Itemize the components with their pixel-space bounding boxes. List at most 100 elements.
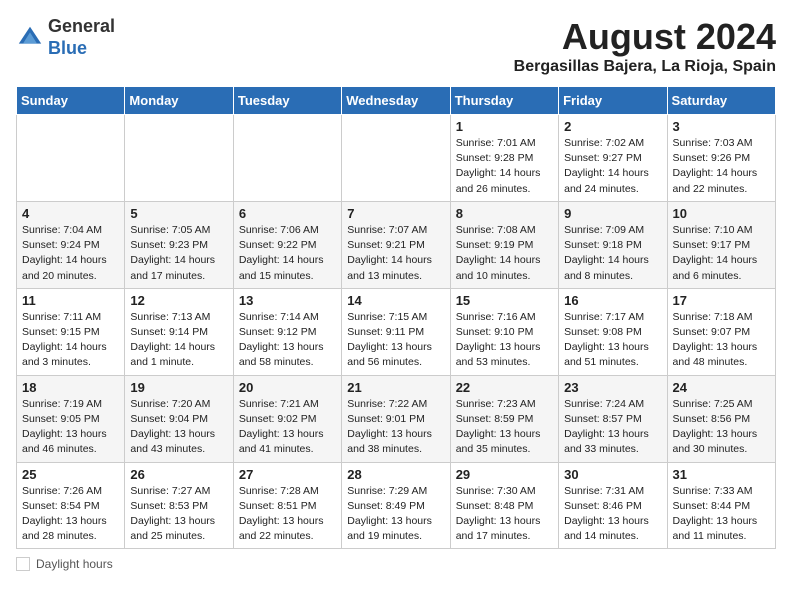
- day-info: Sunrise: 7:02 AM Sunset: 9:27 PM Dayligh…: [564, 136, 661, 197]
- day-number: 16: [564, 293, 661, 308]
- day-info: Sunrise: 7:15 AM Sunset: 9:11 PM Dayligh…: [347, 310, 444, 371]
- day-info: Sunrise: 7:29 AM Sunset: 8:49 PM Dayligh…: [347, 484, 444, 545]
- title-block: August 2024 Bergasillas Bajera, La Rioja…: [514, 16, 776, 76]
- day-number: 19: [130, 380, 227, 395]
- day-info: Sunrise: 7:16 AM Sunset: 9:10 PM Dayligh…: [456, 310, 553, 371]
- day-info: Sunrise: 7:13 AM Sunset: 9:14 PM Dayligh…: [130, 310, 227, 371]
- day-info: Sunrise: 7:18 AM Sunset: 9:07 PM Dayligh…: [673, 310, 770, 371]
- day-cell: 10 Sunrise: 7:10 AM Sunset: 9:17 PM Dayli…: [667, 201, 775, 288]
- day-number: 30: [564, 467, 661, 482]
- day-cell: 1 Sunrise: 7:01 AM Sunset: 9:28 PM Daylig…: [450, 115, 558, 202]
- day-cell: 4Sunrise: 7:04 AM Sunset: 9:24 PM Daylig…: [17, 201, 125, 288]
- day-number: 6: [239, 206, 336, 221]
- day-number: 20: [239, 380, 336, 395]
- header-cell-monday: Monday: [125, 87, 233, 115]
- day-number: 25: [22, 467, 119, 482]
- daylight-label: Daylight hours: [36, 557, 113, 571]
- day-number: 18: [22, 380, 119, 395]
- logo-icon: [16, 24, 44, 52]
- day-cell: 12Sunrise: 7:13 AM Sunset: 9:14 PM Dayli…: [125, 288, 233, 375]
- day-info: Sunrise: 7:10 AM Sunset: 9:17 PM Dayligh…: [673, 223, 770, 284]
- day-cell: 28 Sunrise: 7:29 AM Sunset: 8:49 PM Dayli…: [342, 462, 450, 549]
- day-cell: 6 Sunrise: 7:06 AM Sunset: 9:22 PM Daylig…: [233, 201, 341, 288]
- day-number: 1: [456, 119, 553, 134]
- week-row-2: 11 Sunrise: 7:11 AM Sunset: 9:15 PM Dayli…: [17, 288, 776, 375]
- footer-note: Daylight hours: [16, 557, 776, 571]
- calendar-body: 1 Sunrise: 7:01 AM Sunset: 9:28 PM Daylig…: [17, 115, 776, 549]
- logo: General Blue: [16, 16, 115, 59]
- day-number: 13: [239, 293, 336, 308]
- day-info: Sunrise: 7:11 AM Sunset: 9:15 PM Dayligh…: [22, 310, 119, 371]
- week-row-1: 4Sunrise: 7:04 AM Sunset: 9:24 PM Daylig…: [17, 201, 776, 288]
- day-info: Sunrise: 7:24 AM Sunset: 8:57 PM Dayligh…: [564, 397, 661, 458]
- day-cell: 5Sunrise: 7:05 AM Sunset: 9:23 PM Daylig…: [125, 201, 233, 288]
- day-info: Sunrise: 7:25 AM Sunset: 8:56 PM Dayligh…: [673, 397, 770, 458]
- day-info: Sunrise: 7:08 AM Sunset: 9:19 PM Dayligh…: [456, 223, 553, 284]
- day-number: 23: [564, 380, 661, 395]
- day-info: Sunrise: 7:26 AM Sunset: 8:54 PM Dayligh…: [22, 484, 119, 545]
- day-number: 5: [130, 206, 227, 221]
- week-row-4: 25 Sunrise: 7:26 AM Sunset: 8:54 PM Dayli…: [17, 462, 776, 549]
- calendar-header: SundayMondayTuesdayWednesdayThursdayFrid…: [17, 87, 776, 115]
- day-info: Sunrise: 7:27 AM Sunset: 8:53 PM Dayligh…: [130, 484, 227, 545]
- day-info: Sunrise: 7:09 AM Sunset: 9:18 PM Dayligh…: [564, 223, 661, 284]
- day-number: 7: [347, 206, 444, 221]
- day-cell: 17 Sunrise: 7:18 AM Sunset: 9:07 PM Dayli…: [667, 288, 775, 375]
- day-cell: [125, 115, 233, 202]
- day-cell: 19Sunrise: 7:20 AM Sunset: 9:04 PM Dayli…: [125, 375, 233, 462]
- week-row-3: 18 Sunrise: 7:19 AM Sunset: 9:05 PM Dayli…: [17, 375, 776, 462]
- day-cell: 14 Sunrise: 7:15 AM Sunset: 9:11 PM Dayli…: [342, 288, 450, 375]
- day-info: Sunrise: 7:06 AM Sunset: 9:22 PM Dayligh…: [239, 223, 336, 284]
- header-row: SundayMondayTuesdayWednesdayThursdayFrid…: [17, 87, 776, 115]
- day-number: 17: [673, 293, 770, 308]
- header-cell-tuesday: Tuesday: [233, 87, 341, 115]
- day-number: 28: [347, 467, 444, 482]
- day-cell: 2 Sunrise: 7:02 AM Sunset: 9:27 PM Daylig…: [559, 115, 667, 202]
- day-cell: 3Sunrise: 7:03 AM Sunset: 9:26 PM Daylig…: [667, 115, 775, 202]
- day-cell: 15 Sunrise: 7:16 AM Sunset: 9:10 PM Dayli…: [450, 288, 558, 375]
- day-info: Sunrise: 7:21 AM Sunset: 9:02 PM Dayligh…: [239, 397, 336, 458]
- day-cell: 23 Sunrise: 7:24 AM Sunset: 8:57 PM Dayli…: [559, 375, 667, 462]
- month-year-title: August 2024: [514, 16, 776, 58]
- day-info: Sunrise: 7:23 AM Sunset: 8:59 PM Dayligh…: [456, 397, 553, 458]
- calendar-table: SundayMondayTuesdayWednesdayThursdayFrid…: [16, 86, 776, 549]
- day-number: 11: [22, 293, 119, 308]
- day-number: 9: [564, 206, 661, 221]
- day-info: Sunrise: 7:19 AM Sunset: 9:05 PM Dayligh…: [22, 397, 119, 458]
- day-info: Sunrise: 7:07 AM Sunset: 9:21 PM Dayligh…: [347, 223, 444, 284]
- day-cell: 11 Sunrise: 7:11 AM Sunset: 9:15 PM Dayli…: [17, 288, 125, 375]
- day-info: Sunrise: 7:22 AM Sunset: 9:01 PM Dayligh…: [347, 397, 444, 458]
- day-cell: 31Sunrise: 7:33 AM Sunset: 8:44 PM Dayli…: [667, 462, 775, 549]
- day-cell: [342, 115, 450, 202]
- day-cell: 22Sunrise: 7:23 AM Sunset: 8:59 PM Dayli…: [450, 375, 558, 462]
- logo-text: General Blue: [48, 16, 115, 59]
- page-header: General Blue August 2024 Bergasillas Baj…: [16, 16, 776, 76]
- day-cell: 26Sunrise: 7:27 AM Sunset: 8:53 PM Dayli…: [125, 462, 233, 549]
- logo-general: General: [48, 16, 115, 36]
- week-row-0: 1 Sunrise: 7:01 AM Sunset: 9:28 PM Daylig…: [17, 115, 776, 202]
- location-subtitle: Bergasillas Bajera, La Rioja, Spain: [514, 58, 776, 76]
- day-cell: 7 Sunrise: 7:07 AM Sunset: 9:21 PM Daylig…: [342, 201, 450, 288]
- day-cell: [17, 115, 125, 202]
- day-info: Sunrise: 7:01 AM Sunset: 9:28 PM Dayligh…: [456, 136, 553, 197]
- day-cell: [233, 115, 341, 202]
- day-info: Sunrise: 7:30 AM Sunset: 8:48 PM Dayligh…: [456, 484, 553, 545]
- day-cell: 21Sunrise: 7:22 AM Sunset: 9:01 PM Dayli…: [342, 375, 450, 462]
- day-info: Sunrise: 7:31 AM Sunset: 8:46 PM Dayligh…: [564, 484, 661, 545]
- day-number: 2: [564, 119, 661, 134]
- logo-blue: Blue: [48, 38, 87, 58]
- day-number: 4: [22, 206, 119, 221]
- day-info: Sunrise: 7:14 AM Sunset: 9:12 PM Dayligh…: [239, 310, 336, 371]
- day-cell: 18 Sunrise: 7:19 AM Sunset: 9:05 PM Dayli…: [17, 375, 125, 462]
- day-cell: 25 Sunrise: 7:26 AM Sunset: 8:54 PM Dayli…: [17, 462, 125, 549]
- day-cell: 20 Sunrise: 7:21 AM Sunset: 9:02 PM Dayli…: [233, 375, 341, 462]
- day-number: 10: [673, 206, 770, 221]
- day-cell: 24Sunrise: 7:25 AM Sunset: 8:56 PM Dayli…: [667, 375, 775, 462]
- header-cell-thursday: Thursday: [450, 87, 558, 115]
- header-cell-friday: Friday: [559, 87, 667, 115]
- header-cell-saturday: Saturday: [667, 87, 775, 115]
- day-info: Sunrise: 7:28 AM Sunset: 8:51 PM Dayligh…: [239, 484, 336, 545]
- day-number: 15: [456, 293, 553, 308]
- day-info: Sunrise: 7:33 AM Sunset: 8:44 PM Dayligh…: [673, 484, 770, 545]
- day-number: 14: [347, 293, 444, 308]
